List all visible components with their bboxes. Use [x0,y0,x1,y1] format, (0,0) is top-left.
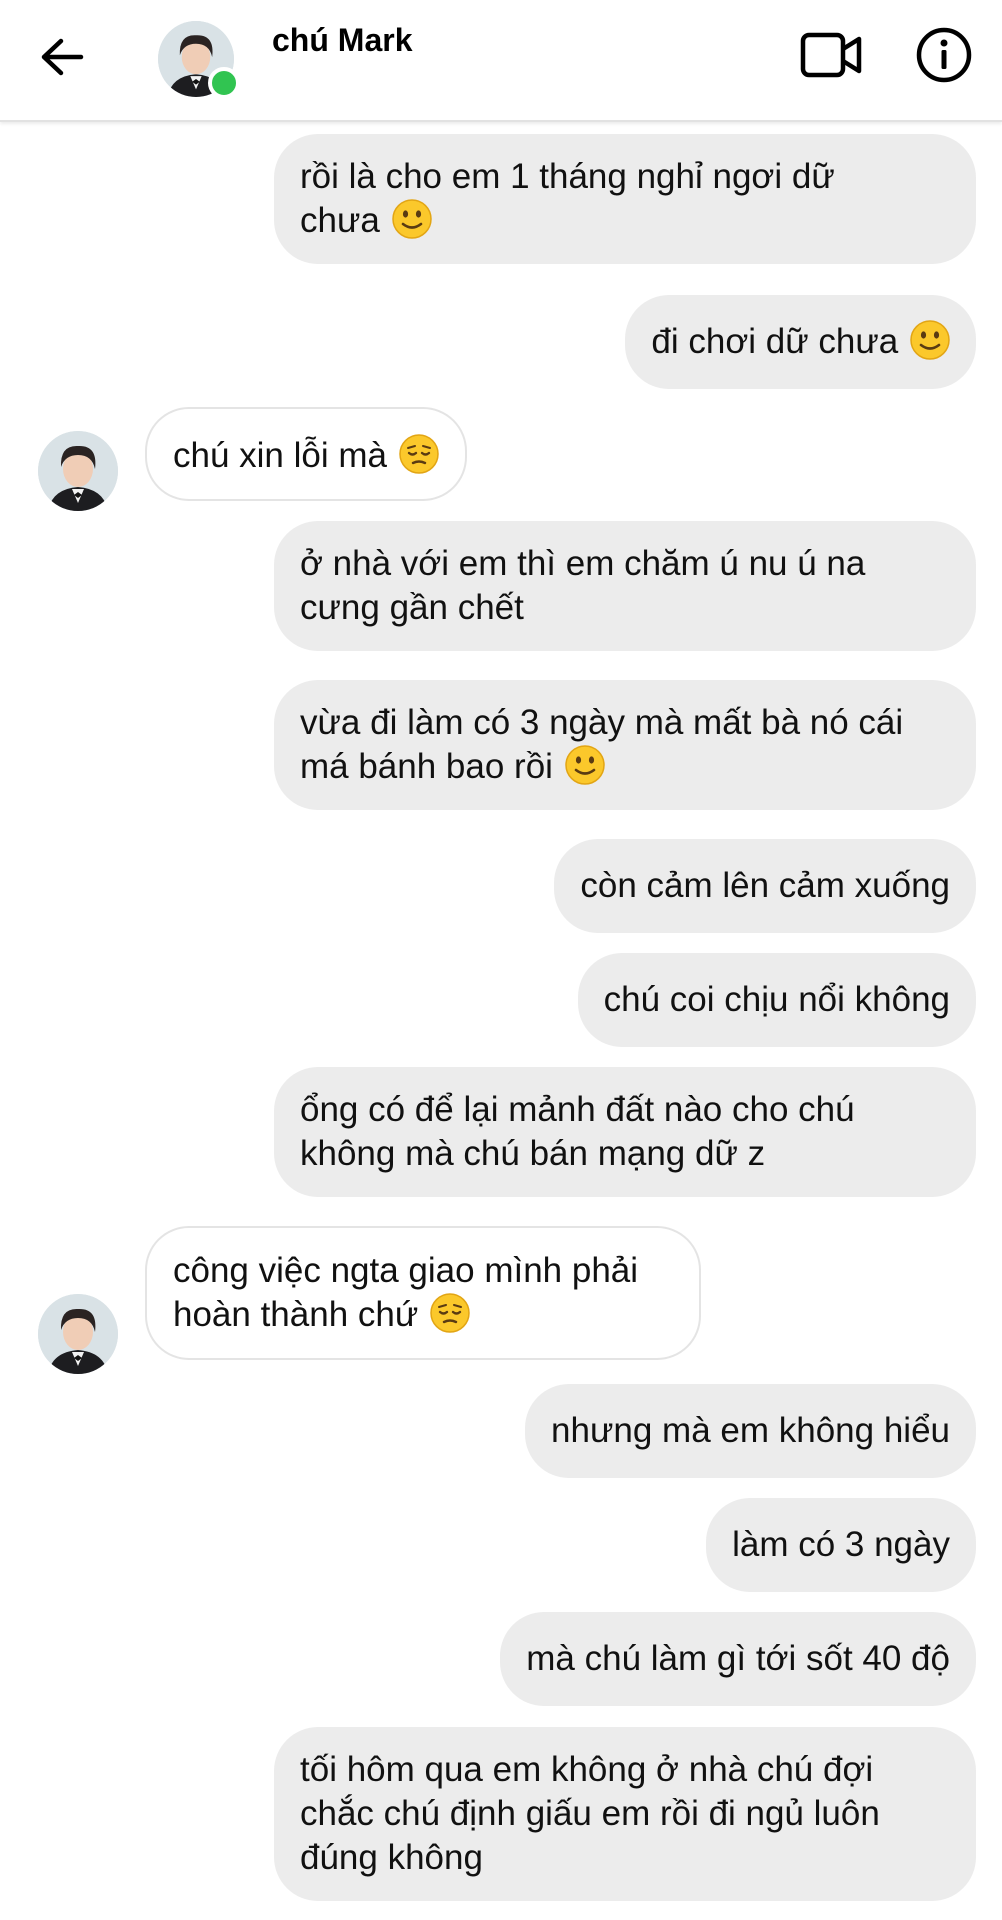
online-status-dot [208,67,240,99]
message-text-line: chú coi chịu nổi không [603,980,950,1019]
message-text-line: đi chơi dữ chưa [651,322,899,361]
message-text-line: làm có 3 ngày [732,1525,950,1564]
message-text-line: chưa [300,201,380,240]
message-text-line: ở nhà với em thì em chăm ú nu ú na [300,544,866,583]
outgoing-message-bubble[interactable]: nhưng mà em không hiểu [525,1384,976,1478]
outgoing-message-bubble[interactable]: vừa đi làm có 3 ngày mà mất bà nó cái má… [274,680,976,810]
message-text-line: cưng gần chết [300,588,524,627]
outgoing-message-bubble[interactable]: rồi là cho em 1 tháng nghỉ ngơi dữ chưa [274,134,976,264]
sender-avatar[interactable] [38,431,118,511]
video-call-button[interactable] [800,28,864,82]
pensive-face-icon [398,434,439,474]
outgoing-message-bubble[interactable]: ở nhà với em thì em chăm ú nu ú na cưng … [274,521,976,651]
message-text-line: nhưng mà em không hiểu [551,1411,950,1450]
contact-name[interactable]: chú Mark [272,22,412,59]
outgoing-message-bubble[interactable]: làm có 3 ngày [706,1498,976,1592]
slightly-smiling-face-icon [391,199,432,239]
message-text-line: tối hôm qua em không ở nhà chú đợi [300,1750,874,1789]
info-icon [915,27,973,88]
message-text-line: công việc ngta giao mình phải [173,1251,639,1290]
message-text-line: mà chú làm gì tới sốt 40 độ [526,1639,950,1678]
outgoing-message-bubble[interactable]: mà chú làm gì tới sốt 40 độ [500,1612,976,1706]
message-text-line: còn cảm lên cảm xuống [580,866,950,905]
arrow-left-icon [39,37,85,82]
outgoing-message-bubble[interactable]: đi chơi dữ chưa [625,295,976,389]
message-text-line: vừa đi làm có 3 ngày mà mất bà nó cái [300,703,904,742]
message-text-line: ổng có để lại mảnh đất nào cho chú [300,1090,855,1129]
outgoing-message-bubble[interactable]: còn cảm lên cảm xuống [554,839,976,933]
slightly-smiling-face-icon [564,745,605,785]
pensive-face-icon [430,1293,470,1333]
incoming-message-bubble[interactable]: công việc ngta giao mình phải hoàn thành… [145,1226,701,1360]
message-text-line: má bánh bao rồi [300,747,553,786]
chat-header: chú Mark [0,0,1002,122]
message-text-line: chú xin lỗi mà [173,436,387,475]
message-text-line: đúng không [300,1838,483,1877]
sender-avatar[interactable] [38,1294,118,1374]
outgoing-message-bubble[interactable]: chú coi chịu nổi không [577,953,976,1047]
message-text-line: rồi là cho em 1 tháng nghỉ ngơi dữ [300,157,835,196]
back-button[interactable] [32,26,92,92]
slightly-smiling-face-icon [910,320,950,360]
incoming-message-bubble[interactable]: chú xin lỗi mà [145,407,467,501]
outgoing-message-bubble[interactable]: ổng có để lại mảnh đất nào cho chú không… [274,1067,976,1197]
message-text-line: chắc chú định giấu em rồi đi ngủ luôn [300,1794,880,1833]
video-camera-icon [800,32,864,86]
message-text-line: hoàn thành chứ [173,1295,419,1334]
message-text-line: không mà chú bán mạng dữ z [300,1134,766,1173]
info-button[interactable] [915,26,973,84]
contact-avatar[interactable] [158,21,240,99]
outgoing-message-bubble[interactable]: tối hôm qua em không ở nhà chú đợi chắc … [274,1727,976,1901]
